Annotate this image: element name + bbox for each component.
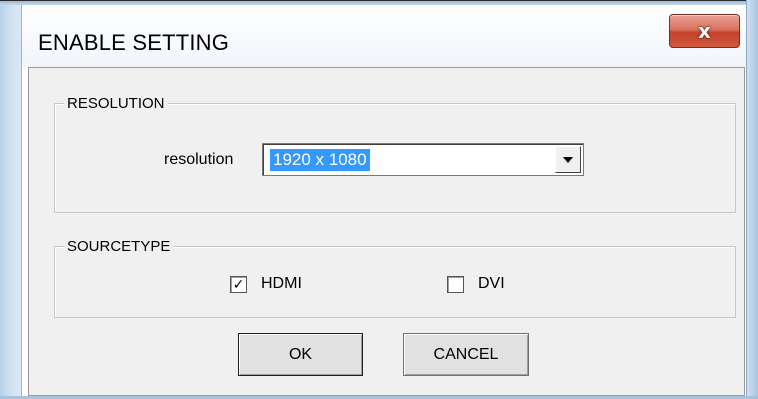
hdmi-label[interactable]: HDMI — [261, 275, 302, 293]
dvi-label[interactable]: DVI — [478, 275, 505, 293]
sourcetype-groupbox — [54, 246, 736, 318]
checkmark-icon: ✓ — [232, 276, 245, 293]
window-frame-left — [0, 0, 22, 399]
ok-button[interactable]: OK — [238, 333, 363, 376]
resolution-dropdown-button[interactable] — [555, 146, 581, 173]
sourcetype-group-title: SOURCETYPE — [64, 238, 174, 256]
window-frame-top-edge — [0, 0, 758, 1]
close-button[interactable]: x — [669, 14, 740, 48]
dvi-checkbox[interactable] — [447, 276, 464, 293]
close-icon: x — [698, 19, 711, 43]
resolution-dropdown[interactable]: 1920 x 1080 — [262, 143, 584, 176]
resolution-group-title: RESOLUTION — [64, 95, 168, 113]
chevron-down-icon — [563, 156, 573, 163]
hdmi-checkbox[interactable]: ✓ — [230, 276, 247, 293]
window-title: ENABLE SETTING — [38, 30, 230, 55]
cancel-button[interactable]: CANCEL — [403, 333, 529, 376]
resolution-label: resolution — [164, 151, 234, 168]
window-frame-right — [746, 0, 758, 399]
resolution-selected-value: 1920 x 1080 — [270, 149, 370, 171]
